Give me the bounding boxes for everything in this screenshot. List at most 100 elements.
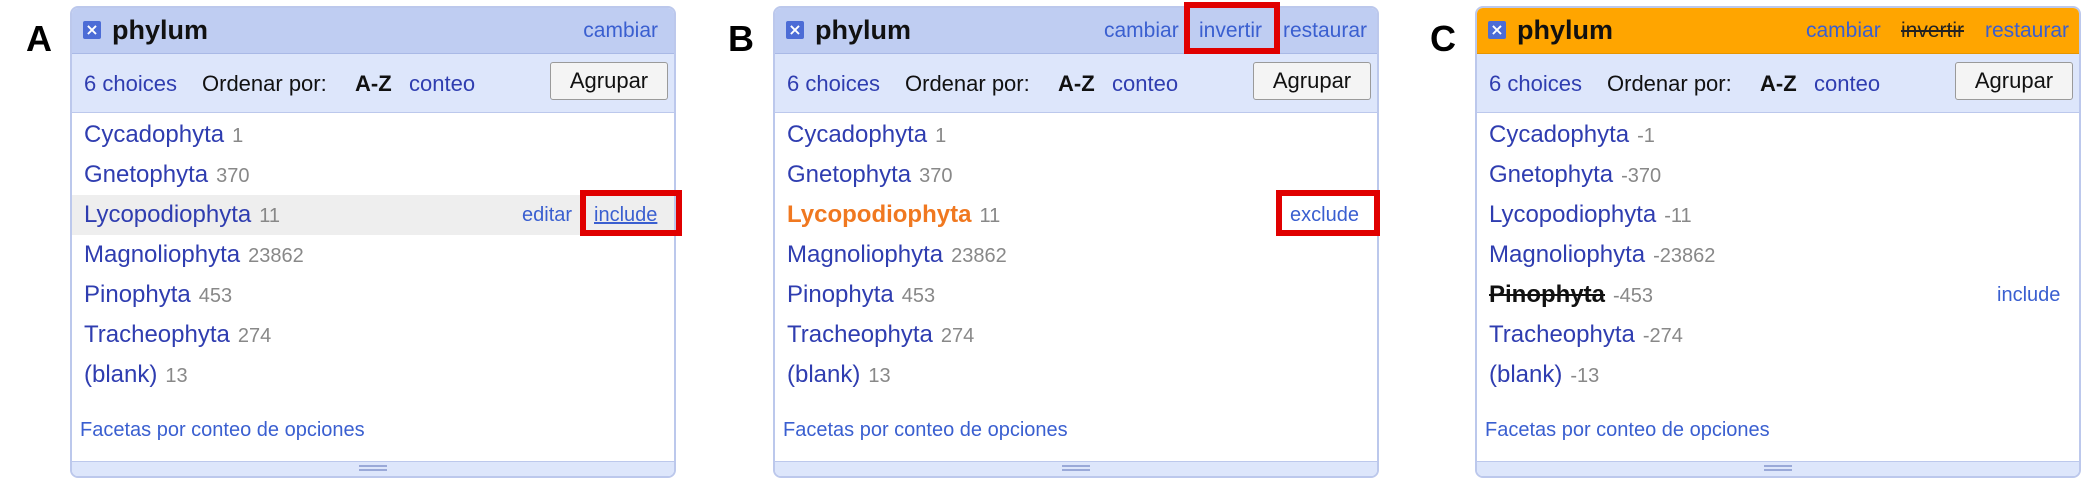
- sort-count-link[interactable]: conteo: [1814, 71, 1880, 97]
- choice-row[interactable]: Tracheophyta 274: [775, 315, 1377, 355]
- choice-name[interactable]: Lycopodiophyta 11: [84, 201, 280, 229]
- resize-handle[interactable]: [1477, 461, 2079, 476]
- sort-count-link[interactable]: conteo: [409, 71, 475, 97]
- choice-row[interactable]: Cycadophyta 1: [72, 115, 674, 155]
- change-link[interactable]: cambiar: [1806, 19, 1881, 43]
- choice-row[interactable]: Magnoliophyta 23862: [775, 235, 1377, 275]
- choice-name[interactable]: (blank) 13: [84, 361, 188, 389]
- choice-name[interactable]: Pinophyta -453: [1489, 281, 1653, 309]
- facet-title: phylum: [815, 15, 912, 45]
- grip-icon: [1764, 465, 1792, 467]
- choice-row[interactable]: Cycadophyta -1: [1477, 115, 2079, 155]
- choice-name[interactable]: Pinophyta 453: [84, 281, 232, 309]
- group-button[interactable]: Agrupar: [550, 62, 668, 100]
- choice-name[interactable]: Tracheophyta -274: [1489, 321, 1683, 349]
- choice-name[interactable]: Magnoliophyta -23862: [1489, 241, 1715, 269]
- choice-count: -23862: [1653, 245, 1716, 267]
- facet-panel-a: × phylum cambiar 6 choices Ordenar por: …: [70, 6, 676, 478]
- sort-label: Ordenar por:: [1607, 71, 1732, 96]
- choice-count: 13: [868, 365, 891, 387]
- choice-count: 453: [901, 285, 936, 307]
- choice-row[interactable]: Gnetophyta 370: [775, 155, 1377, 195]
- choice-row[interactable]: Pinophyta 453: [72, 275, 674, 315]
- reset-link[interactable]: restaurar: [1283, 19, 1367, 43]
- choice-row[interactable]: Gnetophyta 370: [72, 155, 674, 195]
- resize-handle[interactable]: [72, 461, 674, 476]
- choice-row[interactable]: (blank) -13: [1477, 355, 2079, 395]
- facet-title: phylum: [112, 15, 209, 45]
- choice-count: -13: [1570, 365, 1600, 387]
- facet-header: × phylum cambiar invertir restaurar: [775, 8, 1377, 54]
- choice-name[interactable]: Tracheophyta 274: [787, 321, 974, 349]
- choice-name[interactable]: (blank) -13: [1489, 361, 1599, 389]
- choice-name[interactable]: Tracheophyta 274: [84, 321, 271, 349]
- facet-controls: 6 choices Ordenar por: A-Z conteo Agrupa…: [1477, 54, 2079, 113]
- grip-icon: [359, 465, 387, 467]
- choice-row[interactable]: Magnoliophyta 23862: [72, 235, 674, 275]
- grip-icon: [1062, 465, 1090, 467]
- choice-count: -453: [1613, 285, 1654, 307]
- panel-label-a: A: [26, 18, 52, 59]
- choice-row[interactable]: (blank) 13: [775, 355, 1377, 395]
- choice-count: -274: [1642, 325, 1683, 347]
- facet-by-count-link[interactable]: Facetas por conteo de opciones: [783, 419, 1068, 442]
- choice-row[interactable]: Cycadophyta 1: [775, 115, 1377, 155]
- facet-controls: 6 choices Ordenar por: A-Z conteo Agrupa…: [72, 54, 674, 113]
- group-button[interactable]: Agrupar: [1253, 62, 1371, 100]
- sort-az[interactable]: A-Z: [1058, 71, 1095, 97]
- facet-choices: Cycadophyta 1 Gnetophyta 370 Lycopodiophyt…: [775, 113, 1377, 453]
- change-link[interactable]: cambiar: [583, 19, 658, 43]
- choice-name[interactable]: Lycopodiophyta -11: [1489, 201, 1692, 229]
- facet-controls: 6 choices Ordenar por: A-Z conteo Agrupa…: [775, 54, 1377, 113]
- choice-name[interactable]: Magnoliophyta 23862: [787, 241, 1007, 269]
- choice-count: 1: [232, 125, 244, 147]
- facet-panel-c: × phylum cambiar invertir restaurar 6 ch…: [1475, 6, 2081, 478]
- choice-count: 11: [979, 205, 1001, 227]
- sort-az[interactable]: A-Z: [1760, 71, 1797, 97]
- choice-name[interactable]: Cycadophyta -1: [1489, 121, 1655, 149]
- choice-count: -370: [1621, 165, 1662, 187]
- choice-name[interactable]: Pinophyta 453: [787, 281, 935, 309]
- choice-row[interactable]: Pinophyta 453: [775, 275, 1377, 315]
- highlight-box: [1184, 2, 1280, 54]
- choice-name[interactable]: Lycopodiophyta 11: [787, 201, 1000, 229]
- facet-header: × phylum cambiar: [72, 8, 674, 54]
- choice-count: -1: [1637, 125, 1655, 147]
- choice-name[interactable]: Cycadophyta 1: [787, 121, 946, 149]
- highlight-box: [1276, 190, 1380, 236]
- choice-name[interactable]: Gnetophyta 370: [84, 161, 249, 189]
- close-icon[interactable]: ×: [83, 21, 101, 39]
- highlight-box: [580, 190, 682, 236]
- close-icon[interactable]: ×: [1488, 21, 1506, 39]
- invert-link[interactable]: invertir: [1901, 19, 1964, 43]
- include-link[interactable]: include: [1997, 284, 2060, 307]
- choice-row[interactable]: Lycopodiophyta -11: [1477, 195, 2079, 235]
- choices-count: 6 choices: [84, 71, 177, 96]
- change-link[interactable]: cambiar: [1104, 19, 1179, 43]
- choice-row[interactable]: Tracheophyta 274: [72, 315, 674, 355]
- resize-handle[interactable]: [775, 461, 1377, 476]
- facet-by-count-link[interactable]: Facetas por conteo de opciones: [1485, 419, 1770, 442]
- choice-name[interactable]: (blank) 13: [787, 361, 891, 389]
- choice-count: 23862: [248, 245, 304, 267]
- choice-row[interactable]: (blank) 13: [72, 355, 674, 395]
- choice-count: -11: [1664, 205, 1692, 227]
- choice-row[interactable]: Tracheophyta -274: [1477, 315, 2079, 355]
- facet-title: phylum: [1517, 15, 1614, 45]
- choice-name[interactable]: Cycadophyta 1: [84, 121, 243, 149]
- group-button[interactable]: Agrupar: [1955, 62, 2073, 100]
- choice-name[interactable]: Magnoliophyta 23862: [84, 241, 304, 269]
- sort-az[interactable]: A-Z: [355, 71, 392, 97]
- facet-choices: Cycadophyta 1 Gnetophyta 370 Lycopodiophyt…: [72, 113, 674, 453]
- choice-count: 453: [198, 285, 233, 307]
- edit-link[interactable]: editar: [522, 204, 572, 227]
- choice-name[interactable]: Gnetophyta 370: [787, 161, 952, 189]
- sort-count-link[interactable]: conteo: [1112, 71, 1178, 97]
- choice-row-excluded[interactable]: Pinophyta -453 include: [1477, 275, 2079, 315]
- choice-row[interactable]: Magnoliophyta -23862: [1477, 235, 2079, 275]
- close-icon[interactable]: ×: [786, 21, 804, 39]
- choice-row[interactable]: Gnetophyta -370: [1477, 155, 2079, 195]
- reset-link[interactable]: restaurar: [1985, 19, 2069, 43]
- facet-by-count-link[interactable]: Facetas por conteo de opciones: [80, 419, 365, 442]
- choice-name[interactable]: Gnetophyta -370: [1489, 161, 1661, 189]
